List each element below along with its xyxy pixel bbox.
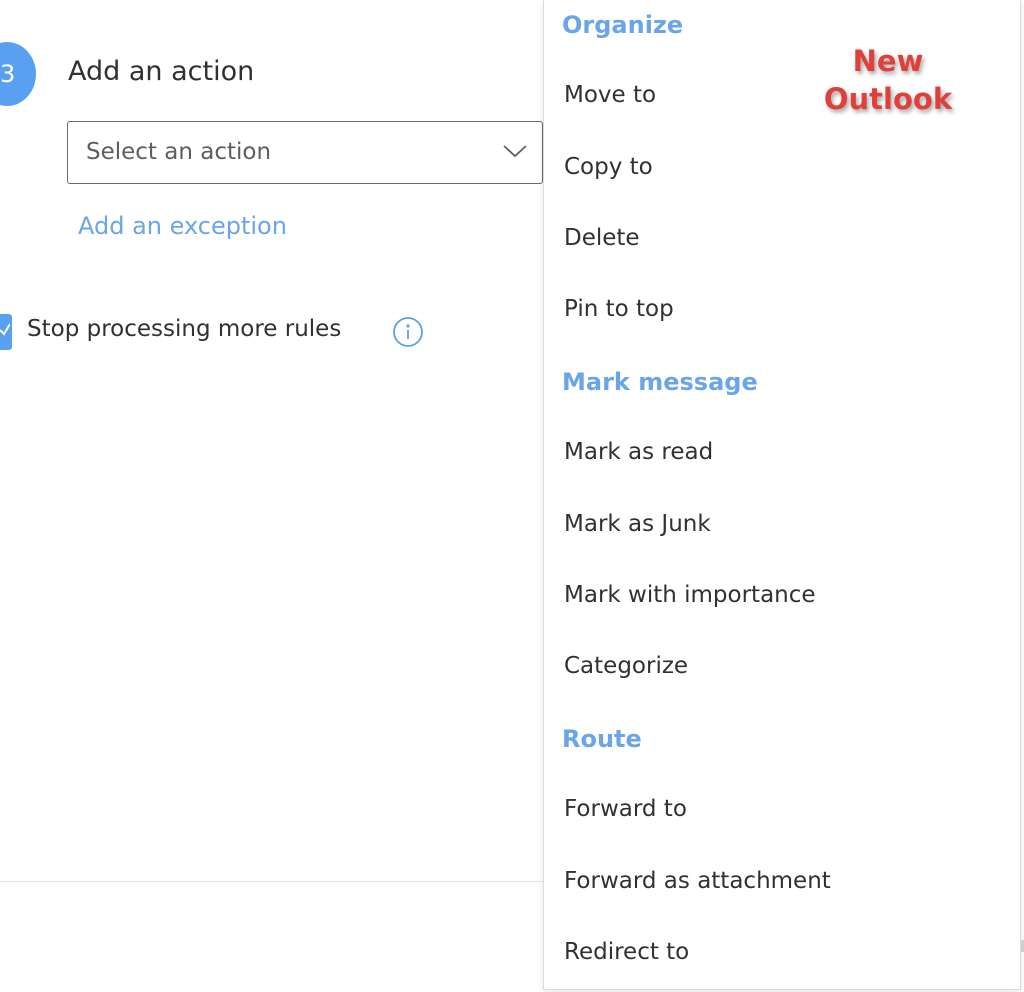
menu-item-mark-as-read[interactable]: Mark as read <box>564 439 713 465</box>
chevron-down-icon <box>503 145 527 158</box>
step-number: 3 <box>0 60 14 88</box>
action-select-placeholder: Select an action <box>86 139 272 165</box>
section-title: Add an action <box>68 56 255 87</box>
new-outlook-annotation: New Outlook <box>820 42 956 118</box>
stop-processing-label: Stop processing more rules <box>27 316 342 342</box>
menu-item-copy-to[interactable]: Copy to <box>564 154 653 180</box>
menu-item-categorize[interactable]: Categorize <box>564 653 688 679</box>
menu-item-forward-as-attachment[interactable]: Forward as attachment <box>564 868 831 894</box>
stop-processing-checkbox[interactable] <box>0 314 12 350</box>
menu-group-header-organize: Organize <box>562 11 684 39</box>
menu-group-header-mark-message: Mark message <box>562 368 758 396</box>
footer-divider <box>0 881 545 882</box>
checkmark-icon <box>0 323 10 336</box>
menu-group-header-route: Route <box>562 725 642 753</box>
menu-item-move-to[interactable]: Move to <box>564 82 656 108</box>
info-icon[interactable] <box>392 316 424 348</box>
step-number-badge: 3 <box>0 42 36 106</box>
annotation-line-1: New <box>852 44 924 78</box>
action-select[interactable]: Select an action <box>67 121 543 184</box>
menu-item-mark-with-importance[interactable]: Mark with importance <box>564 582 816 608</box>
action-dropdown-menu: Organize Move to Copy to Delete Pin to t… <box>543 0 1021 990</box>
add-exception-link[interactable]: Add an exception <box>78 212 287 240</box>
menu-item-delete[interactable]: Delete <box>564 225 640 251</box>
menu-item-redirect-to[interactable]: Redirect to <box>564 939 689 965</box>
menu-item-forward-to[interactable]: Forward to <box>564 796 687 822</box>
annotation-line-2: Outlook <box>823 82 953 116</box>
menu-item-pin-to-top[interactable]: Pin to top <box>564 296 674 322</box>
menu-item-mark-as-junk[interactable]: Mark as Junk <box>564 511 711 537</box>
